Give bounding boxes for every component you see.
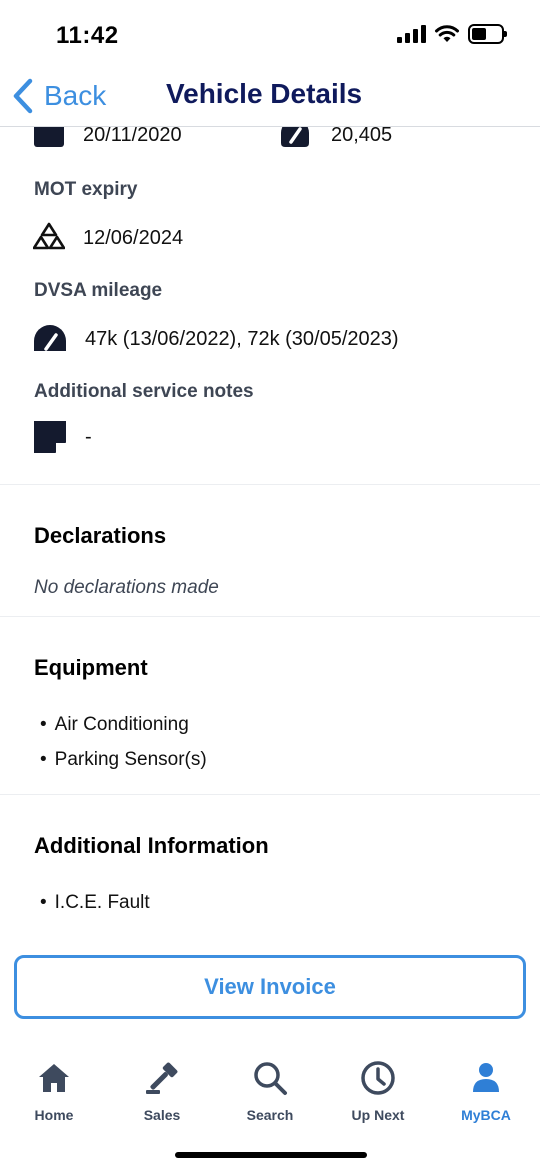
battery-icon bbox=[468, 24, 507, 44]
equipment-item: Parking Sensor(s) bbox=[40, 749, 207, 771]
home-indicator bbox=[175, 1152, 367, 1158]
status-bar: 11:42 bbox=[0, 0, 540, 70]
service-notes-value: - bbox=[85, 425, 92, 448]
mot-expiry-label: MOT expiry bbox=[34, 179, 138, 200]
additional-info-item: I.C.E. Fault bbox=[40, 892, 150, 914]
tab-search[interactable]: Search bbox=[216, 1059, 324, 1123]
status-icons bbox=[397, 24, 507, 44]
tab-sales[interactable]: Sales bbox=[108, 1059, 216, 1123]
dvsa-mileage-label: DVSA mileage bbox=[34, 280, 163, 301]
speedometer-icon bbox=[281, 127, 309, 147]
mot-triangles-icon bbox=[33, 222, 65, 250]
equipment-item: Air Conditioning bbox=[40, 714, 189, 736]
tab-label: Home bbox=[34, 1107, 74, 1123]
mot-expiry-row: 12/06/2024 bbox=[33, 222, 183, 254]
wifi-icon bbox=[435, 25, 459, 42]
tab-mybca[interactable]: MyBCA bbox=[432, 1059, 540, 1123]
invoice-area: View Invoice bbox=[0, 937, 540, 1037]
clock-icon bbox=[361, 1061, 395, 1095]
tab-label: MyBCA bbox=[461, 1107, 511, 1123]
mot-expiry-value: 12/06/2024 bbox=[83, 226, 184, 249]
back-label: Back bbox=[44, 80, 107, 111]
mileage-value: 20,405 bbox=[331, 127, 393, 146]
vehicle-details-content[interactable]: 20/11/2020 20,405 MOT expiry 12/06/2024 … bbox=[0, 127, 540, 937]
gavel-icon bbox=[146, 1062, 178, 1094]
tab-label: Search bbox=[246, 1107, 294, 1123]
divider bbox=[0, 616, 540, 617]
search-icon bbox=[254, 1062, 287, 1095]
declarations-title: Declarations bbox=[34, 523, 167, 548]
service-notes-row: - bbox=[33, 420, 92, 454]
registration-date-value: 20/11/2020 bbox=[83, 127, 182, 146]
tab-label: Sales bbox=[143, 1107, 181, 1123]
calendar-icon bbox=[34, 127, 64, 147]
dvsa-mileage-value: 47k (13/06/2022), 72k (30/05/2023) bbox=[85, 327, 399, 350]
divider bbox=[0, 794, 540, 795]
registration-date-row: 20/11/2020 bbox=[33, 127, 182, 151]
equipment-title: Equipment bbox=[34, 655, 148, 680]
additional-info-title: Additional Information bbox=[34, 833, 269, 858]
person-icon bbox=[473, 1063, 499, 1092]
back-button[interactable]: Back bbox=[12, 78, 106, 114]
view-invoice-button[interactable]: View Invoice bbox=[14, 955, 526, 1019]
divider bbox=[0, 484, 540, 485]
service-notes-label: Additional service notes bbox=[34, 381, 254, 402]
speedometer-icon bbox=[34, 325, 66, 351]
nav-bar: Back Vehicle Details bbox=[0, 70, 540, 127]
tab-up-next[interactable]: Up Next bbox=[324, 1059, 432, 1123]
status-time: 11:42 bbox=[56, 22, 119, 49]
page-title: Vehicle Details bbox=[166, 78, 363, 109]
tab-home[interactable]: Home bbox=[0, 1059, 108, 1123]
tab-label: Up Next bbox=[351, 1107, 405, 1123]
home-icon bbox=[39, 1064, 69, 1092]
note-icon bbox=[34, 421, 66, 453]
signal-icon bbox=[397, 25, 426, 43]
mileage-row: 20,405 bbox=[277, 127, 392, 151]
declarations-note: No declarations made bbox=[34, 577, 219, 598]
chevron-left-icon bbox=[13, 78, 33, 114]
dvsa-mileage-row: 47k (13/06/2022), 72k (30/05/2023) bbox=[33, 323, 399, 355]
tab-bar: Home Sales Search Up Next MyBCA bbox=[0, 1045, 540, 1168]
